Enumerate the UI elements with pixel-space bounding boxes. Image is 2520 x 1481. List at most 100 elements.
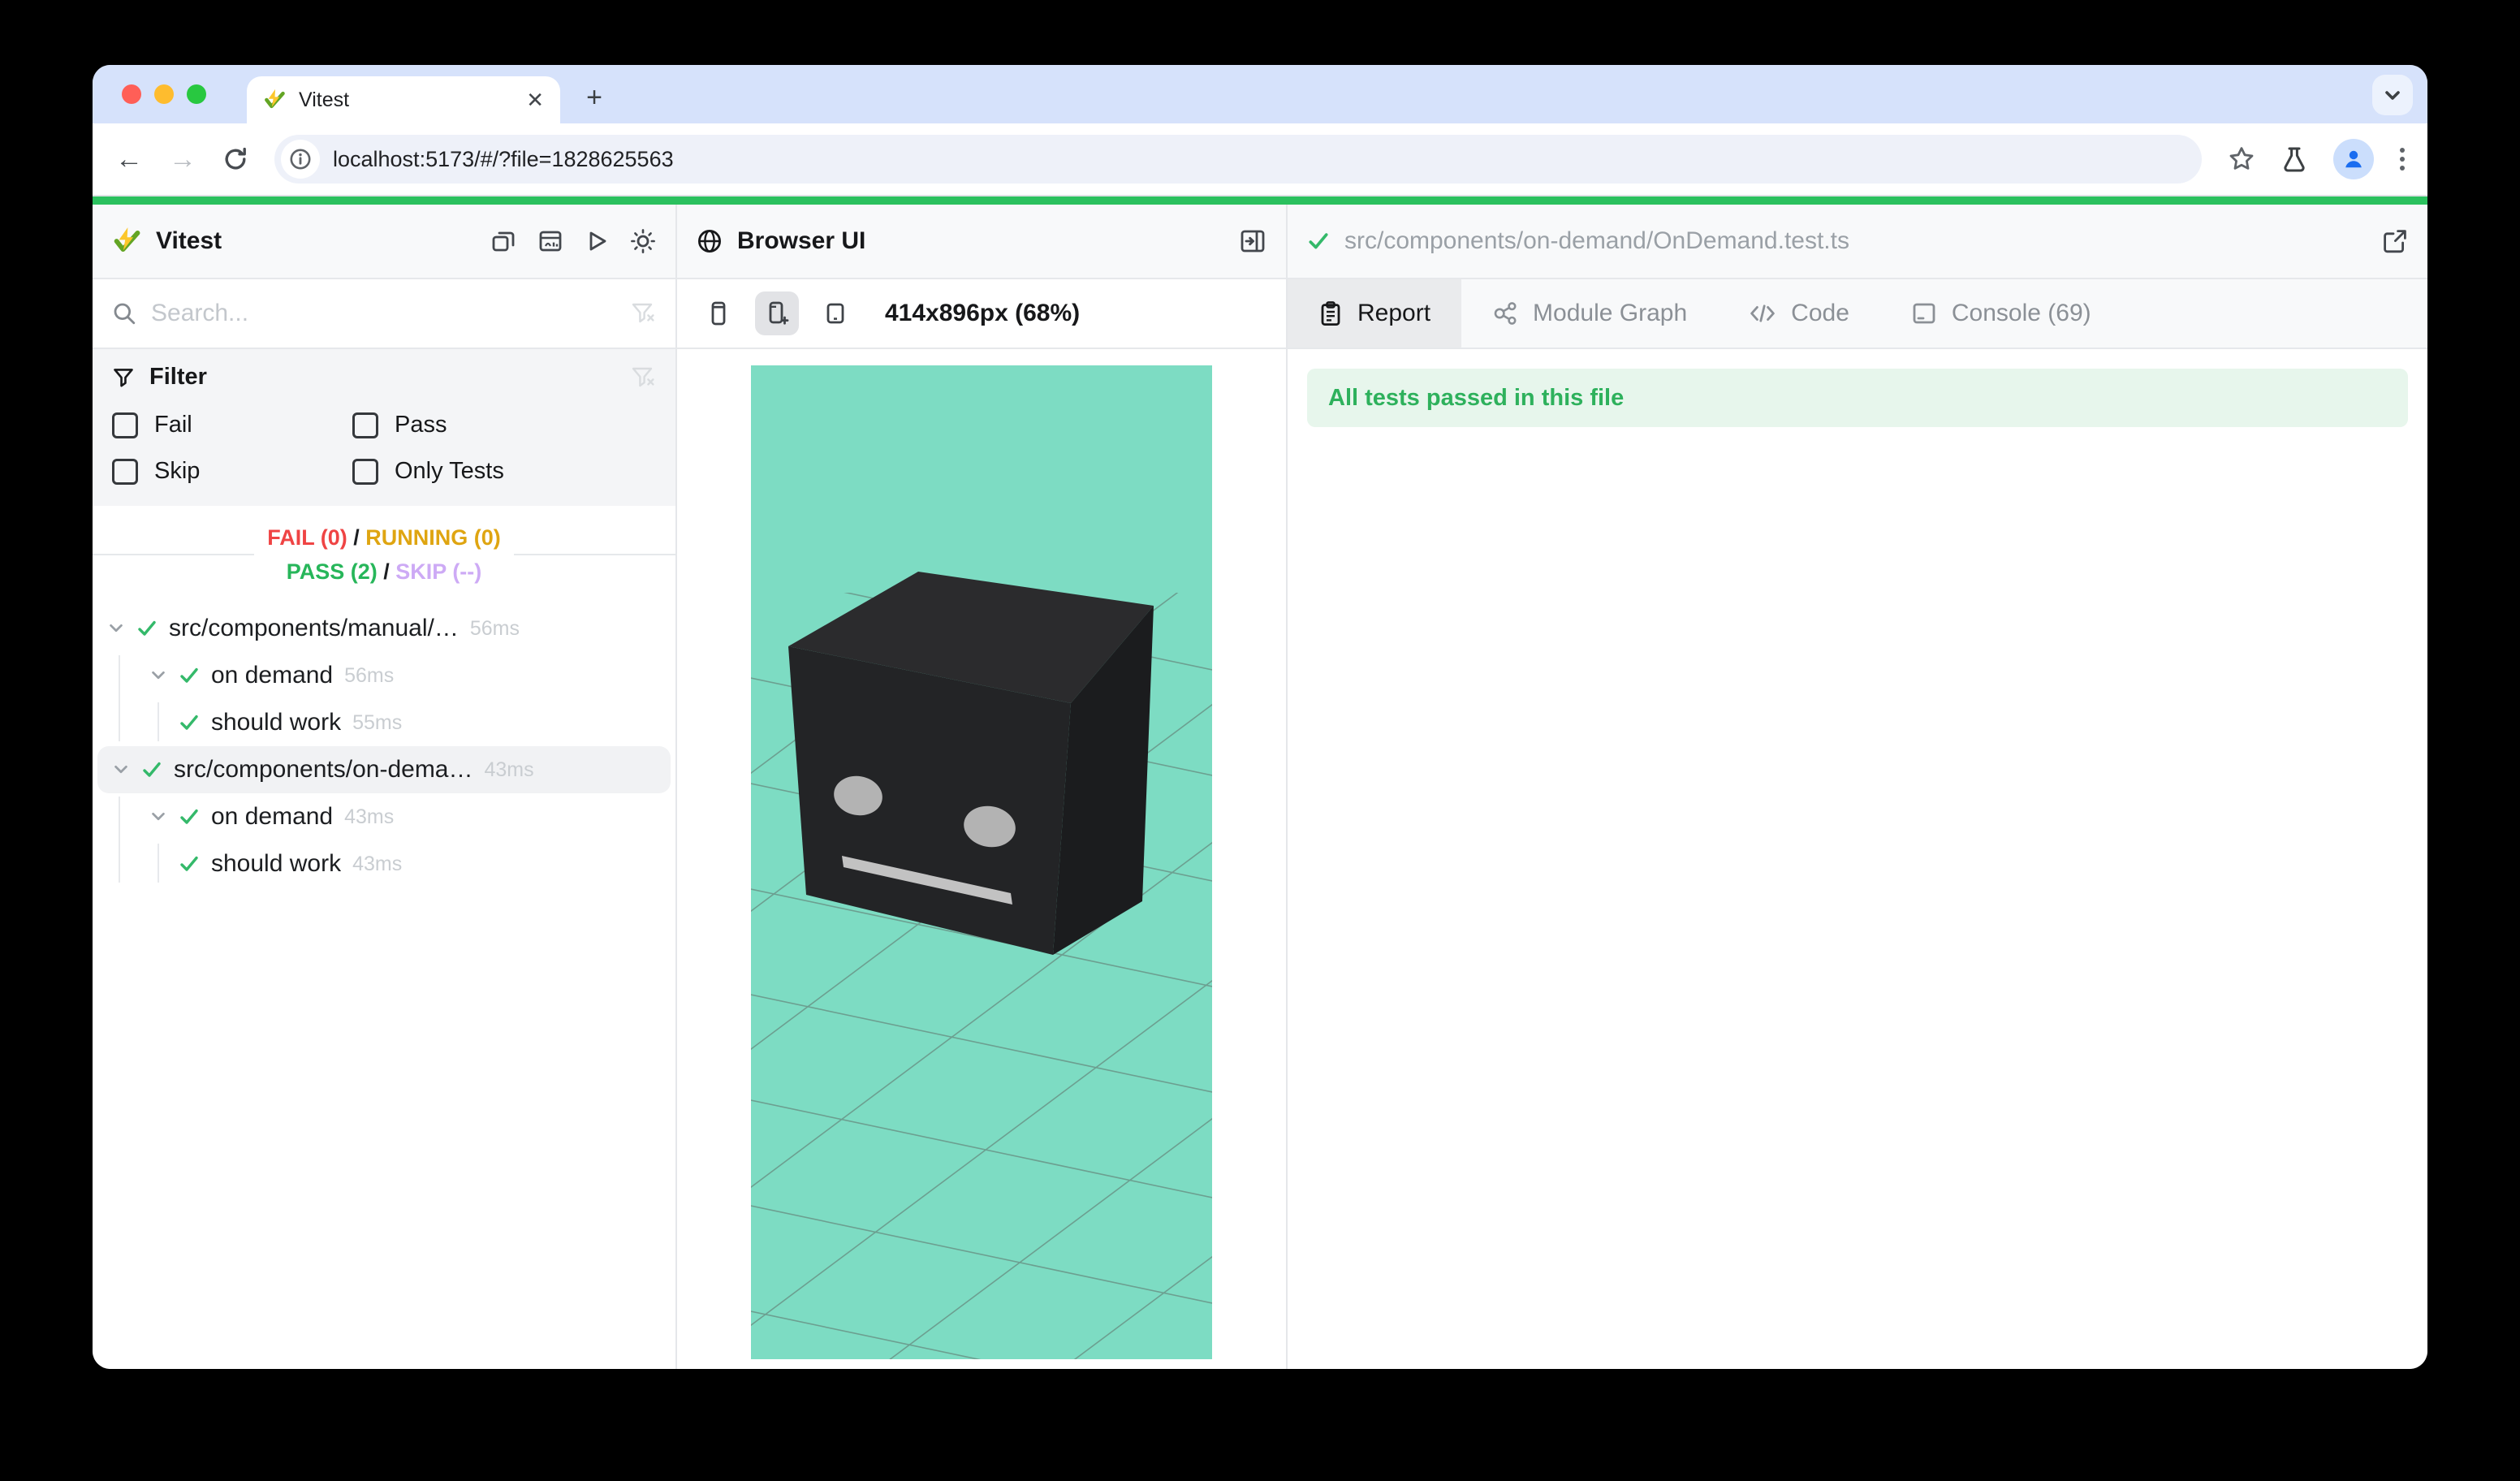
- collapse-panels-button[interactable]: [490, 228, 516, 254]
- device-tablet-button[interactable]: [813, 291, 857, 335]
- chevron-down-icon[interactable]: [149, 667, 167, 684]
- dashboard-button[interactable]: [537, 228, 563, 254]
- checkbox[interactable]: [352, 412, 378, 438]
- test-suite-row[interactable]: on demand 43ms: [93, 793, 675, 840]
- search-input[interactable]: Search...: [151, 300, 630, 327]
- running-count: RUNNING (0): [365, 525, 501, 550]
- summary-line-2: PASS (2) / SKIP (--): [267, 555, 501, 589]
- globe-icon: [697, 228, 723, 254]
- zoom-window-button[interactable]: [187, 84, 206, 104]
- open-panel-button[interactable]: [1239, 227, 1266, 255]
- code-icon: [1749, 302, 1776, 325]
- site-info-icon[interactable]: [281, 140, 320, 179]
- windows-icon: [490, 228, 516, 254]
- duration: 56ms: [344, 664, 394, 688]
- filter-checkbox-only-tests[interactable]: Only Tests: [352, 458, 656, 485]
- run-all-button[interactable]: [585, 229, 609, 253]
- tab-code[interactable]: Code: [1718, 279, 1880, 348]
- minimize-window-button[interactable]: [154, 84, 174, 104]
- checkbox[interactable]: [352, 459, 378, 485]
- checkbox[interactable]: [112, 412, 138, 438]
- chevron-down-icon[interactable]: [112, 761, 130, 779]
- browser-tabstrip: Vitest ✕ +: [93, 65, 2427, 123]
- device-phone-plus-button[interactable]: [755, 291, 799, 335]
- pass-check-icon: [179, 665, 200, 686]
- robot-cube: [788, 572, 1154, 955]
- address-bar[interactable]: localhost:5173/#/?file=1828625563: [274, 135, 2202, 184]
- back-button[interactable]: ←: [115, 145, 143, 173]
- test-viewport-scene[interactable]: [751, 365, 1212, 1359]
- browser-menu-icon[interactable]: [2400, 148, 2405, 171]
- skip-count: SKIP (--): [395, 559, 481, 584]
- device-phone-button[interactable]: [697, 291, 740, 335]
- browser-ui-title: Browser UI: [737, 227, 1224, 255]
- pass-check-icon: [141, 759, 162, 780]
- app-title: Vitest: [156, 227, 476, 255]
- test-file-row-selected[interactable]: src/components/on-dema… 43ms: [97, 746, 671, 793]
- filter-checkbox-pass[interactable]: Pass: [352, 412, 656, 438]
- chevron-down-icon[interactable]: [149, 808, 167, 826]
- clipboard-icon: [1318, 300, 1343, 326]
- checkbox[interactable]: [112, 459, 138, 485]
- search-icon: [112, 301, 136, 326]
- toolbar-actions: [2228, 139, 2405, 179]
- filter-checkbox-fail[interactable]: Fail: [112, 412, 352, 438]
- pass-check-icon: [179, 712, 200, 733]
- pass-check-icon: [179, 853, 200, 874]
- duration: 43ms: [485, 758, 534, 782]
- pass-check-icon: [136, 618, 158, 639]
- all-tests-passed-banner: All tests passed in this file: [1307, 369, 2408, 427]
- browser-window: Vitest ✕ + ← → localhost:5173/#/?file=18…: [93, 65, 2427, 1369]
- url-text: localhost:5173/#/?file=1828625563: [333, 147, 674, 172]
- filter-checkbox-skip[interactable]: Skip: [112, 458, 352, 485]
- browser-tab[interactable]: Vitest ✕: [247, 76, 560, 123]
- duration: 55ms: [352, 711, 402, 735]
- fail-count: FAIL (0): [267, 525, 347, 550]
- external-link-icon: [2382, 228, 2408, 254]
- viewport-size-label: 414x896px (68%): [885, 300, 1080, 327]
- duration: 43ms: [344, 805, 394, 829]
- chevron-down-icon[interactable]: [107, 620, 125, 637]
- phone-icon: [705, 300, 732, 327]
- summary-line-1: FAIL (0) / RUNNING (0): [267, 520, 501, 555]
- person-icon: [2341, 147, 2366, 171]
- tab-module-graph[interactable]: Module Graph: [1461, 279, 1718, 348]
- tab-console[interactable]: Console (69): [1880, 279, 2122, 348]
- close-tab-icon[interactable]: ✕: [526, 89, 544, 110]
- duration: 56ms: [470, 617, 520, 641]
- report-panel: src/components/on-demand/OnDemand.test.t…: [1288, 205, 2427, 1369]
- vitest-page: Vitest: [93, 196, 2427, 1369]
- open-in-editor-button[interactable]: [2382, 228, 2408, 254]
- bookmark-star-icon[interactable]: [2228, 145, 2255, 173]
- filter-panel: Filter Fail Pass Skip Only Tests: [93, 349, 675, 506]
- test-explorer-sidebar: Vitest: [93, 205, 677, 1369]
- forward-button[interactable]: →: [169, 145, 196, 173]
- console-icon: [1911, 300, 1937, 326]
- tab-report[interactable]: Report: [1288, 279, 1461, 348]
- profile-avatar[interactable]: [2333, 139, 2374, 179]
- test-case-row[interactable]: should work 43ms: [93, 840, 675, 887]
- test-suite-row[interactable]: on demand 56ms: [93, 652, 675, 699]
- dashboard-icon: [537, 228, 563, 254]
- vitest-favicon: [263, 89, 286, 111]
- screenshot-stage: Vitest ✕ + ← → localhost:5173/#/?file=18…: [0, 0, 2520, 1481]
- sun-icon: [630, 228, 656, 254]
- window-controls: [122, 84, 206, 104]
- test-case-row[interactable]: should work 55ms: [93, 699, 675, 746]
- clear-filter-icon[interactable]: [630, 365, 656, 391]
- tab-title: Vitest: [299, 89, 513, 112]
- new-tab-button[interactable]: +: [573, 76, 615, 119]
- phone-plus-icon: [763, 300, 791, 327]
- browser-ui-header: Browser UI: [677, 205, 1286, 279]
- tab-search-button[interactable]: [2372, 75, 2413, 115]
- theme-toggle-button[interactable]: [630, 228, 656, 254]
- experiments-flask-icon[interactable]: [2281, 145, 2307, 173]
- reload-button[interactable]: [222, 146, 248, 172]
- close-window-button[interactable]: [122, 84, 141, 104]
- test-file-row[interactable]: src/components/manual/… 56ms: [93, 605, 675, 652]
- filter-funnel-icon: [112, 366, 135, 389]
- pass-count: PASS (2): [287, 559, 378, 584]
- tablet-icon: [822, 300, 849, 327]
- pass-check-icon: [1307, 230, 1330, 253]
- clear-search-filter-icon[interactable]: [630, 300, 656, 326]
